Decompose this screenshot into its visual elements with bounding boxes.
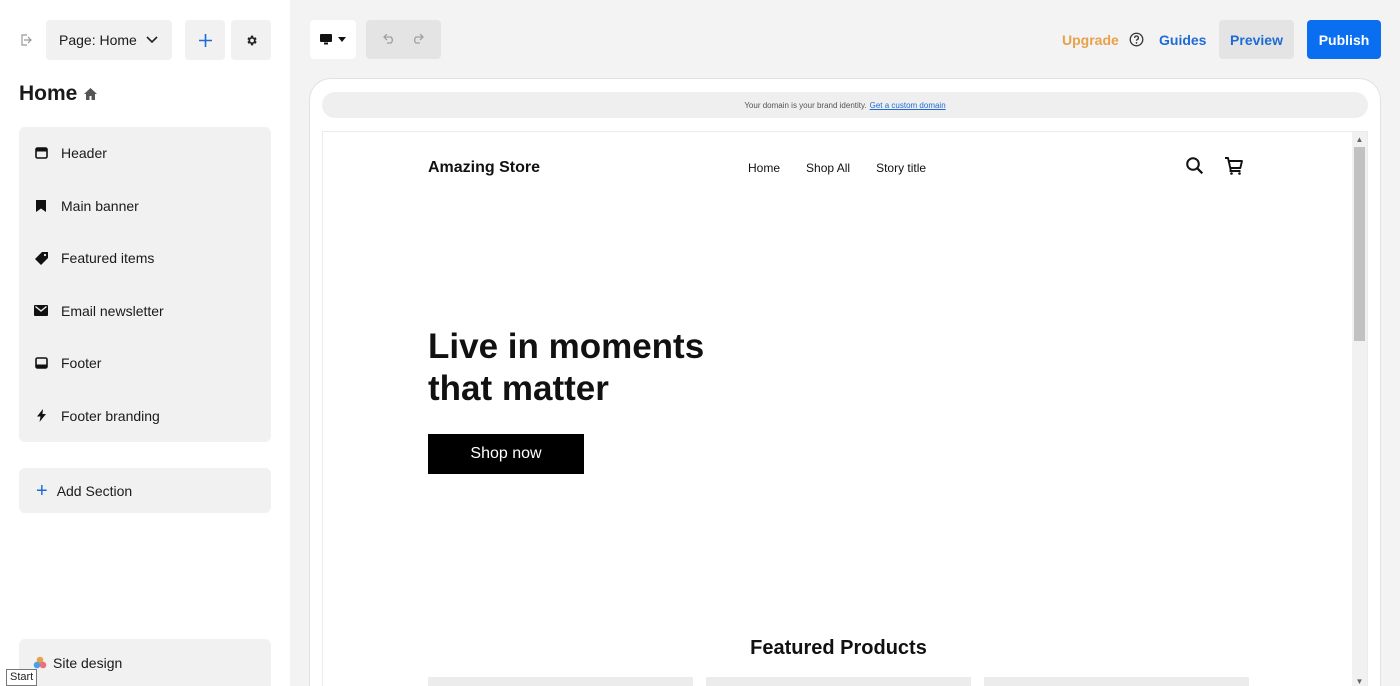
shop-now-button[interactable]: Shop now <box>428 434 584 474</box>
section-item-label: Header <box>61 145 107 162</box>
editor-canvas: Your domain is your brand identity. Get … <box>309 78 1381 686</box>
site-preview-frame: Amazing Store Home Shop All Story title … <box>322 131 1368 686</box>
store-nav: Home Shop All Story title <box>748 161 926 175</box>
add-page-button[interactable] <box>185 20 225 60</box>
redo-button[interactable] <box>411 31 425 48</box>
lightning-icon <box>33 408 49 424</box>
scrollbar-thumb[interactable] <box>1354 147 1365 341</box>
hero-title: Live in moments that matter <box>428 326 748 410</box>
domain-banner: Your domain is your brand identity. Get … <box>322 92 1368 118</box>
section-item-footer[interactable]: Footer <box>19 337 271 390</box>
section-item-label: Footer branding <box>61 407 160 424</box>
home-icon <box>84 88 98 100</box>
page-settings-button[interactable] <box>231 20 271 60</box>
header-icon <box>33 145 49 161</box>
search-icon[interactable] <box>1185 156 1205 176</box>
publish-button[interactable]: Publish <box>1307 20 1381 59</box>
page-title-text: Home <box>19 82 78 105</box>
section-list: Header Main banner Featured items Email … <box>19 127 271 442</box>
section-item-label: Footer <box>61 355 102 372</box>
featured-products-title: Featured Products <box>750 637 927 659</box>
product-card[interactable] <box>706 677 971 686</box>
section-item-label: Main banner <box>61 197 139 214</box>
preview-button[interactable]: Preview <box>1219 20 1294 59</box>
left-sidebar: Page: Home Home Header Main banner Featu… <box>0 0 290 686</box>
palette-icon <box>33 656 47 668</box>
caret-down-icon <box>338 37 346 42</box>
bookmark-icon <box>33 198 49 214</box>
site-design-label: Site design <box>53 654 123 671</box>
store-logo[interactable]: Amazing Store <box>428 159 540 177</box>
desktop-icon <box>320 34 332 45</box>
product-card[interactable] <box>428 677 693 686</box>
undo-icon <box>382 33 393 44</box>
page-select-dropdown[interactable]: Page: Home <box>46 20 172 60</box>
section-item-footer-branding[interactable]: Footer branding <box>19 390 271 443</box>
start-tooltip: Start <box>6 669 38 686</box>
exit-editor-button[interactable] <box>14 20 38 60</box>
upgrade-link[interactable]: Upgrade <box>1062 32 1119 48</box>
guides-link[interactable]: Guides <box>1159 32 1206 48</box>
section-item-featured-items[interactable]: Featured items <box>19 232 271 285</box>
undo-button[interactable] <box>382 31 396 48</box>
page-select-label: Page: Home <box>59 32 137 48</box>
page-title: Home <box>19 82 98 106</box>
chevron-down-icon <box>146 36 158 44</box>
redo-icon <box>414 33 425 44</box>
envelope-icon <box>33 303 49 319</box>
section-item-label: Featured items <box>61 250 155 267</box>
sidebar-toolbar: Page: Home <box>14 20 271 60</box>
plus-icon <box>198 33 212 47</box>
plus-icon: + <box>36 479 48 502</box>
add-section-label: Add Section <box>56 482 133 499</box>
add-section-button[interactable]: + Add Section <box>19 468 271 513</box>
domain-banner-text: Your domain is your brand identity. <box>744 100 867 110</box>
section-item-email-newsletter[interactable]: Email newsletter <box>19 285 271 338</box>
hero-title-line1: Live in moments <box>428 327 705 366</box>
gear-icon <box>246 35 257 45</box>
help-icon[interactable] <box>1129 32 1144 47</box>
section-item-label: Email newsletter <box>61 302 164 319</box>
store-nav-shop-all[interactable]: Shop All <box>806 161 850 175</box>
store-nav-story-title[interactable]: Story title <box>876 161 926 175</box>
tag-icon <box>33 250 49 266</box>
site-design-button[interactable]: Site design <box>19 639 271 686</box>
hero-title-line2: that matter <box>428 369 609 408</box>
device-toggle-button[interactable] <box>310 20 356 59</box>
product-card[interactable] <box>984 677 1249 686</box>
cart-icon[interactable] <box>1224 156 1244 176</box>
section-item-main-banner[interactable]: Main banner <box>19 180 271 233</box>
preview-scrollbar[interactable]: ▲ ▼ <box>1352 132 1367 686</box>
scroll-up-arrow-icon[interactable]: ▲ <box>1355 135 1364 144</box>
scroll-down-arrow-icon[interactable]: ▼ <box>1355 677 1364 686</box>
custom-domain-link[interactable]: Get a custom domain <box>870 101 946 110</box>
undo-redo-group <box>366 20 441 59</box>
exit-icon <box>21 34 32 46</box>
store-nav-home[interactable]: Home <box>748 161 780 175</box>
footer-icon <box>33 355 49 371</box>
section-item-header[interactable]: Header <box>19 127 271 180</box>
